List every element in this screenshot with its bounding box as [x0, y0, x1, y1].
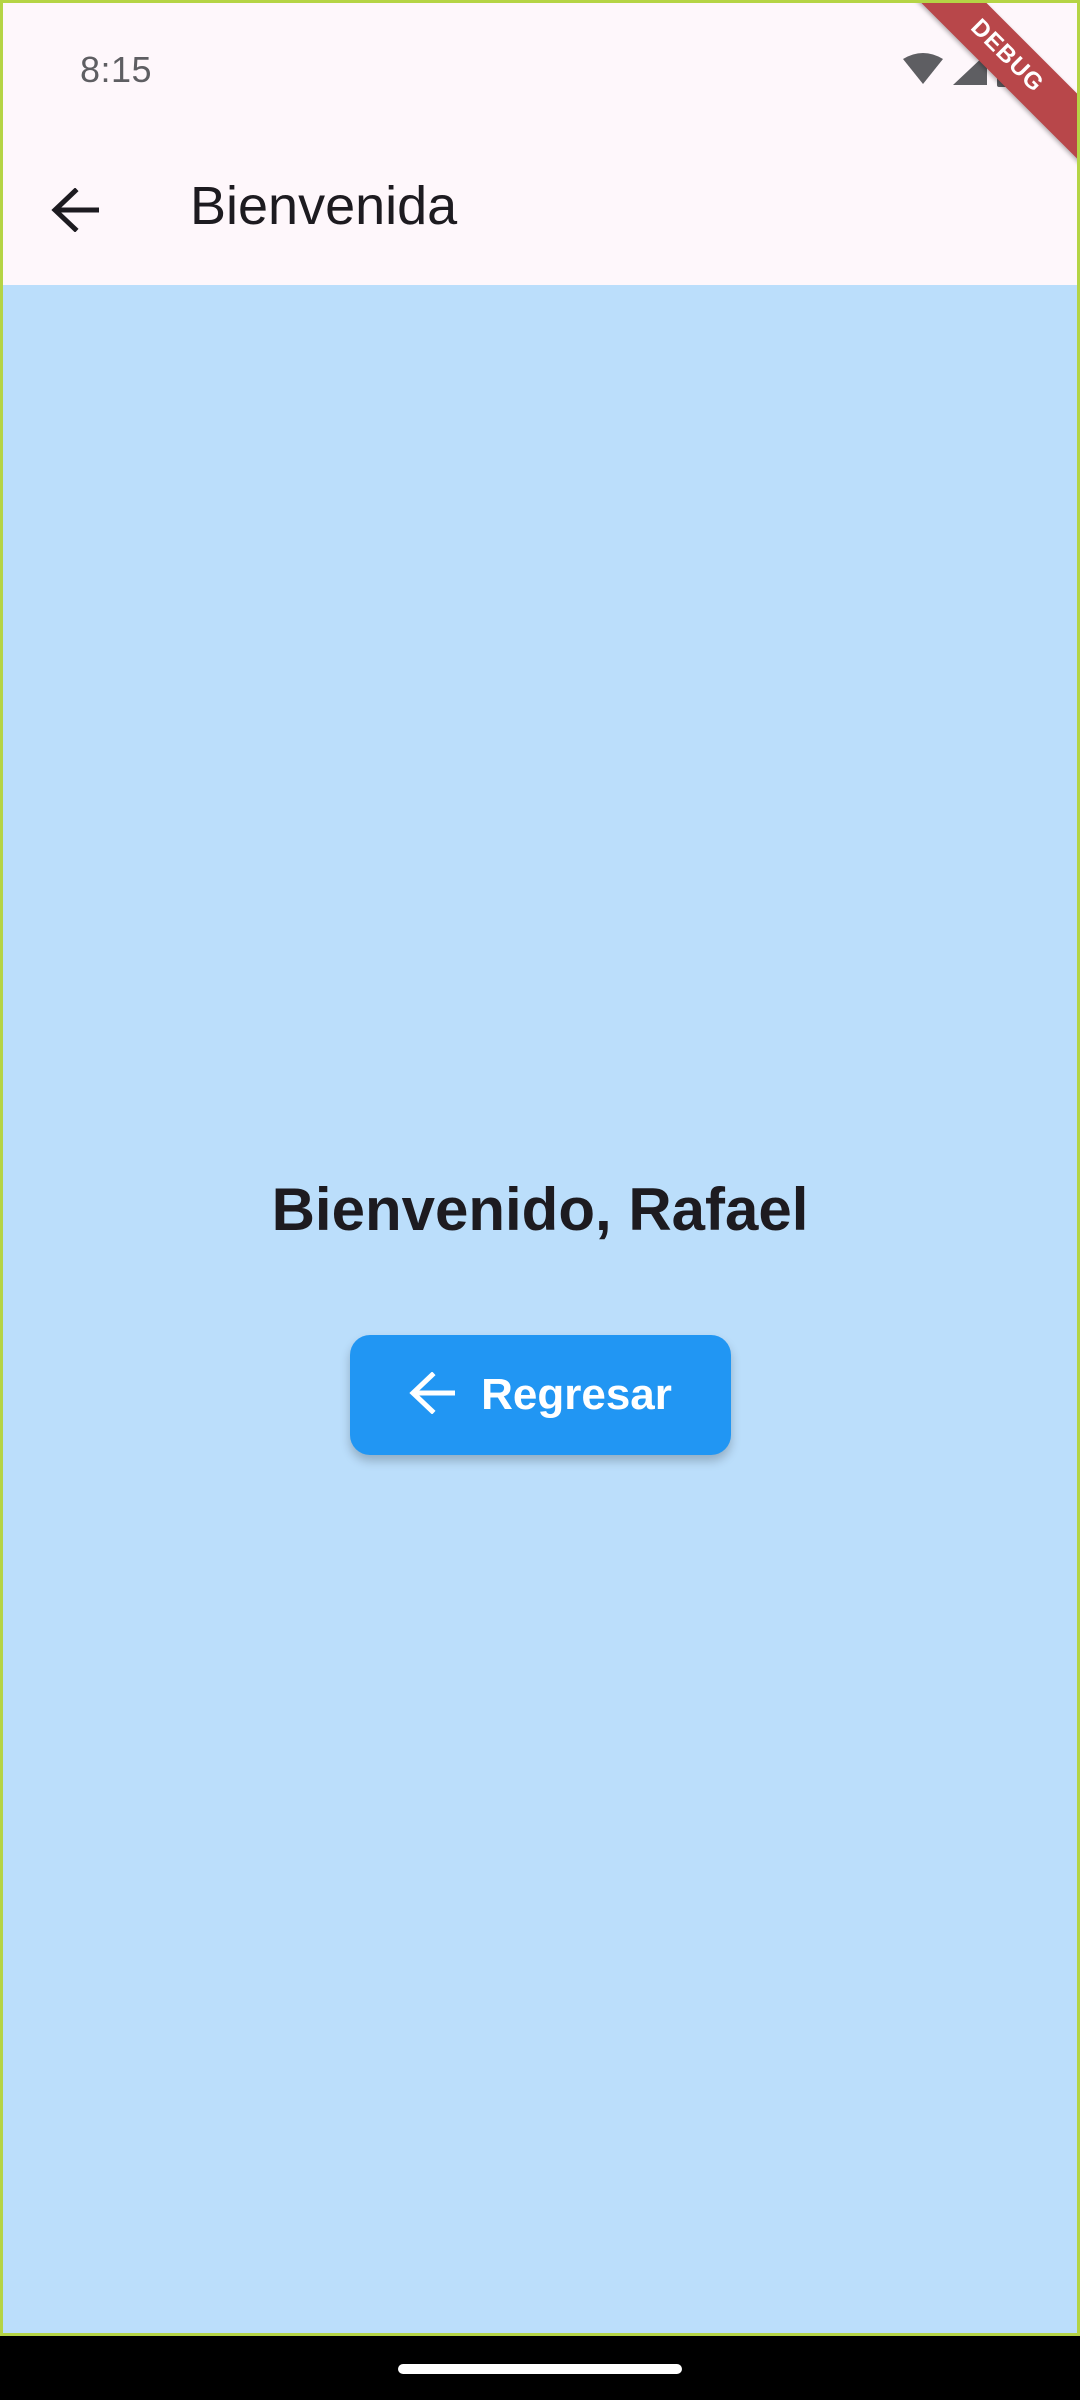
system-navigation-bar — [0, 2336, 1080, 2400]
regresar-button[interactable]: Regresar — [350, 1335, 731, 1455]
body-content: Bienvenido, Rafael Regresar — [3, 285, 1077, 2333]
welcome-heading: Bienvenido, Rafael — [271, 1176, 809, 1243]
page-title: Bienvenida — [190, 176, 458, 236]
home-handle[interactable] — [398, 2364, 682, 2374]
status-time: 8:15 — [80, 49, 153, 90]
wifi-icon — [903, 53, 943, 90]
app-bar: Bienvenida — [3, 139, 1077, 285]
app-screen: 8:15 Bienvenida Bienvenido, Rafael Regre… — [0, 0, 1080, 2336]
status-bar: 8:15 — [3, 3, 1077, 139]
back-button[interactable] — [29, 172, 121, 252]
arrow-back-icon — [51, 186, 100, 237]
arrow-back-icon — [409, 1370, 456, 1419]
regresar-label: Regresar — [481, 1370, 672, 1419]
